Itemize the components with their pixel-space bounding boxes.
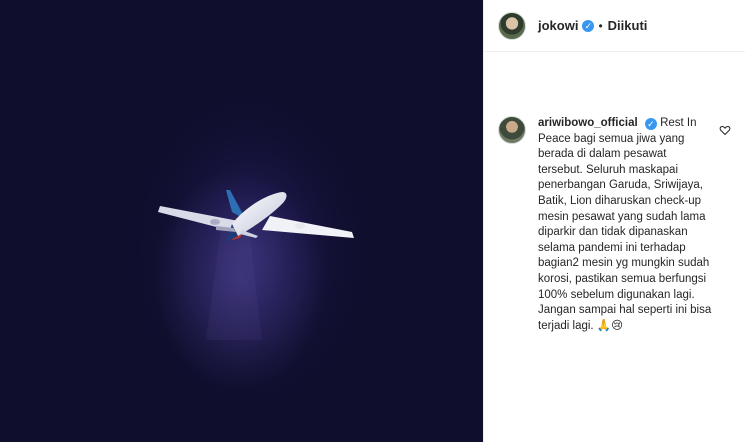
profile-avatar[interactable]	[498, 11, 526, 40]
verified-badge-icon: ✓	[644, 118, 657, 130]
separator-dot: •	[598, 18, 603, 33]
airplane-illustration	[155, 170, 354, 390]
heart-outline-icon[interactable]	[719, 124, 731, 136]
post-image[interactable]	[0, 0, 483, 442]
comment: ariwibowo_official ✓ Rest In Peace bagi …	[498, 116, 738, 334]
verified-badge-icon: ✓	[582, 19, 595, 32]
post-header: jokowi ✓ • Diikuti	[484, 0, 745, 52]
commenter-avatar[interactable]	[498, 116, 526, 144]
header-username[interactable]: jokowi	[538, 18, 578, 33]
commenter-username[interactable]: ariwibowo_official	[538, 117, 638, 129]
comment-body: ariwibowo_official ✓ Rest In Peace bagi …	[538, 116, 714, 334]
following-button[interactable]: Diikuti	[608, 18, 648, 33]
comment-text: Rest In Peace bagi semua jiwa yang berad…	[538, 117, 712, 332]
instagram-post: jokowi ✓ • Diikuti ariwibowo_official ✓ …	[0, 0, 745, 442]
post-sidebar: jokowi ✓ • Diikuti ariwibowo_official ✓ …	[483, 0, 745, 442]
comment-emoji: 🙏😢	[596, 319, 624, 332]
